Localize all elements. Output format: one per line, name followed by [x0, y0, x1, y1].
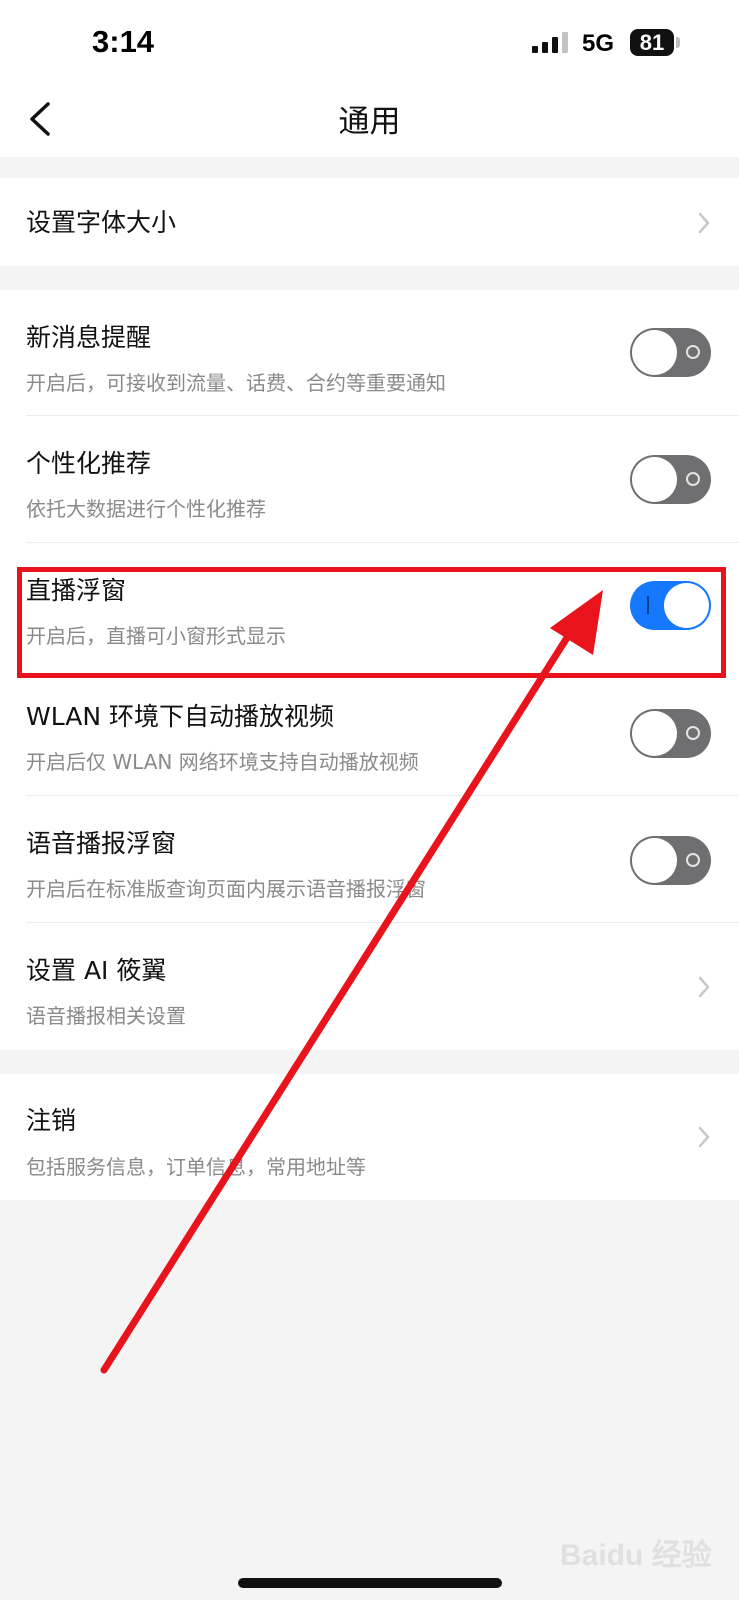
setting-subtitle: 依托大数据进行个性化推荐: [26, 497, 266, 521]
status-bar: 3:14 5G 81: [0, 0, 739, 90]
setting-row-ai-assistant[interactable]: 设置 AI 筱翼 语音播报相关设置: [0, 923, 739, 1050]
toggle-off-indicator: [686, 853, 700, 867]
toggle-knob: [632, 457, 677, 502]
cancel-account-title: 注销: [26, 1106, 77, 1135]
cancel-account-subtitle: 包括服务信息，订单信息，常用地址等: [26, 1155, 366, 1179]
setting-subtitle: 开启后在标准版查询页面内展示语音播报浮窗: [26, 877, 426, 901]
page-title: 通用: [338, 104, 401, 140]
cancel-account-row[interactable]: 注销 包括服务信息，订单信息，常用地址等: [0, 1074, 739, 1200]
setting-title: 新消息提醒: [26, 323, 152, 352]
setting-row-wlan-autoplay: WLAN 环境下自动播放视频 开启后仅 WLAN 网络环境支持自动播放视频: [0, 669, 739, 796]
personalized-toggle[interactable]: [630, 455, 711, 504]
toggle-off-indicator: [686, 345, 700, 359]
watermark-logo: Baidu 经验: [560, 1539, 712, 1572]
voice-float-toggle[interactable]: [630, 836, 711, 885]
font-size-title: 设置字体大小: [26, 208, 177, 237]
setting-subtitle: 开启后，可接收到流量、话费、合约等重要通知: [26, 371, 446, 395]
setting-subtitle: 语音播报相关设置: [26, 1004, 186, 1028]
chevron-right-icon: [698, 976, 710, 998]
new-message-toggle[interactable]: [630, 328, 711, 377]
setting-row-voice-float: 语音播报浮窗 开启后在标准版查询页面内展示语音播报浮窗: [0, 796, 739, 923]
battery-icon: 81: [630, 29, 674, 56]
font-size-row[interactable]: 设置字体大小: [0, 178, 739, 266]
signal-strength-icon: [532, 32, 568, 53]
setting-title: 设置 AI 筱翼: [26, 956, 167, 985]
setting-title: WLAN 环境下自动播放视频: [26, 702, 334, 731]
status-time: 3:14: [92, 24, 155, 59]
highlight-box: [17, 567, 726, 678]
toggle-knob: [632, 711, 677, 756]
setting-title: 个性化推荐: [26, 449, 152, 478]
navigation-bar: 通用: [0, 90, 739, 157]
network-type: 5G: [582, 30, 615, 57]
setting-title: 语音播报浮窗: [26, 829, 177, 858]
wlan-autoplay-toggle[interactable]: [630, 709, 711, 758]
battery-tip: [676, 37, 680, 48]
setting-subtitle: 开启后仅 WLAN 网络环境支持自动播放视频: [26, 750, 419, 774]
toggle-knob: [632, 838, 677, 883]
setting-row-personalized: 个性化推荐 依托大数据进行个性化推荐: [0, 416, 739, 543]
chevron-right-icon: [698, 212, 710, 234]
toggle-off-indicator: [686, 726, 700, 740]
toggle-off-indicator: [686, 472, 700, 486]
toggle-knob: [632, 330, 677, 375]
setting-row-new-message: 新消息提醒 开启后，可接收到流量、话费、合约等重要通知: [0, 290, 739, 416]
chevron-right-icon: [698, 1126, 710, 1148]
home-indicator: [238, 1578, 502, 1588]
font-size-group: 设置字体大小: [0, 178, 739, 266]
account-group: 注销 包括服务信息，订单信息，常用地址等: [0, 1074, 739, 1200]
